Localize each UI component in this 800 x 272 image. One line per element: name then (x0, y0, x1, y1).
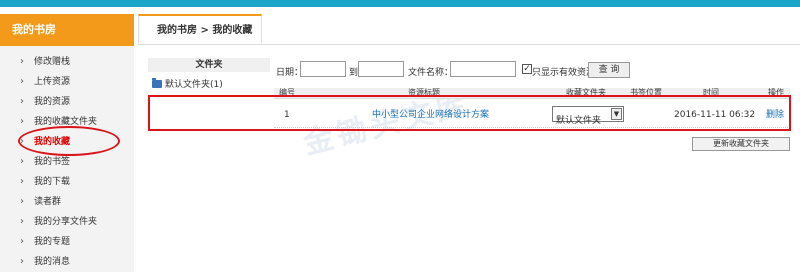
filename-input[interactable] (450, 61, 516, 77)
chevron-right-icon: › (20, 256, 24, 267)
top-bar (0, 0, 800, 7)
chevron-right-icon: › (20, 176, 24, 187)
date-label: 日期： (276, 68, 304, 78)
chevron-right-icon: › (20, 96, 24, 107)
update-folders-button[interactable]: 更新收藏文件夹 (692, 137, 790, 151)
sidebar-item-topics[interactable]: › 我的专题 (0, 232, 134, 252)
sidebar-list: › 修改赠栈 › 上传资源 › 我的资源 › 我的收藏文件夹 › 我的收藏 › 我的书签 ›… (0, 46, 134, 272)
valid-only-label: 只显示有效资源 (532, 68, 596, 78)
sidebar-item-my-resources[interactable]: › 我的资源 (0, 92, 134, 112)
search-button[interactable]: 查 询 (588, 62, 630, 78)
folder-item-default[interactable]: 默认文件夹(1) (148, 77, 270, 90)
chevron-right-icon: › (20, 76, 24, 87)
valid-only-checkbox[interactable]: ✓ (522, 64, 532, 74)
chevron-right-icon: › (20, 196, 24, 207)
chevron-right-icon: › (20, 216, 24, 227)
date-to-input[interactable] (358, 61, 404, 77)
chevron-right-icon: › (20, 116, 24, 127)
sidebar-item-reader-group[interactable]: › 读者群 (0, 192, 134, 212)
sidebar-item-modify[interactable]: › 修改赠栈 (0, 52, 134, 72)
sidebar-item-upload[interactable]: › 上传资源 (0, 72, 134, 92)
folder-item-label: 默认文件夹(1) (165, 80, 223, 90)
annotation-box (148, 95, 791, 131)
chevron-right-icon: › (20, 156, 24, 167)
filename-label: 文件名称： (408, 68, 454, 78)
date-from-input[interactable] (300, 61, 346, 77)
folder-icon (152, 78, 162, 88)
tab-my-favorites[interactable]: 我的书房 > 我的收藏 (138, 14, 262, 43)
sidebar-item-messages[interactable]: › 我的消息 (0, 252, 134, 272)
folder-panel-header: 文件夹 (148, 58, 270, 72)
folder-panel: 文件夹 默认文件夹(1) (148, 58, 270, 90)
sidebar-item-shared-folders[interactable]: › 我的分享文件夹 (0, 212, 134, 232)
chevron-right-icon: › (20, 56, 24, 67)
tab-bar: 我的书房 > 我的收藏 (138, 14, 800, 45)
sidebar-item-downloads[interactable]: › 我的下载 (0, 172, 134, 192)
annotation-circle (18, 126, 120, 156)
date-to-label: 到 (349, 68, 359, 78)
chevron-right-icon: › (20, 236, 24, 247)
sidebar-title: 我的书房 (0, 14, 134, 46)
